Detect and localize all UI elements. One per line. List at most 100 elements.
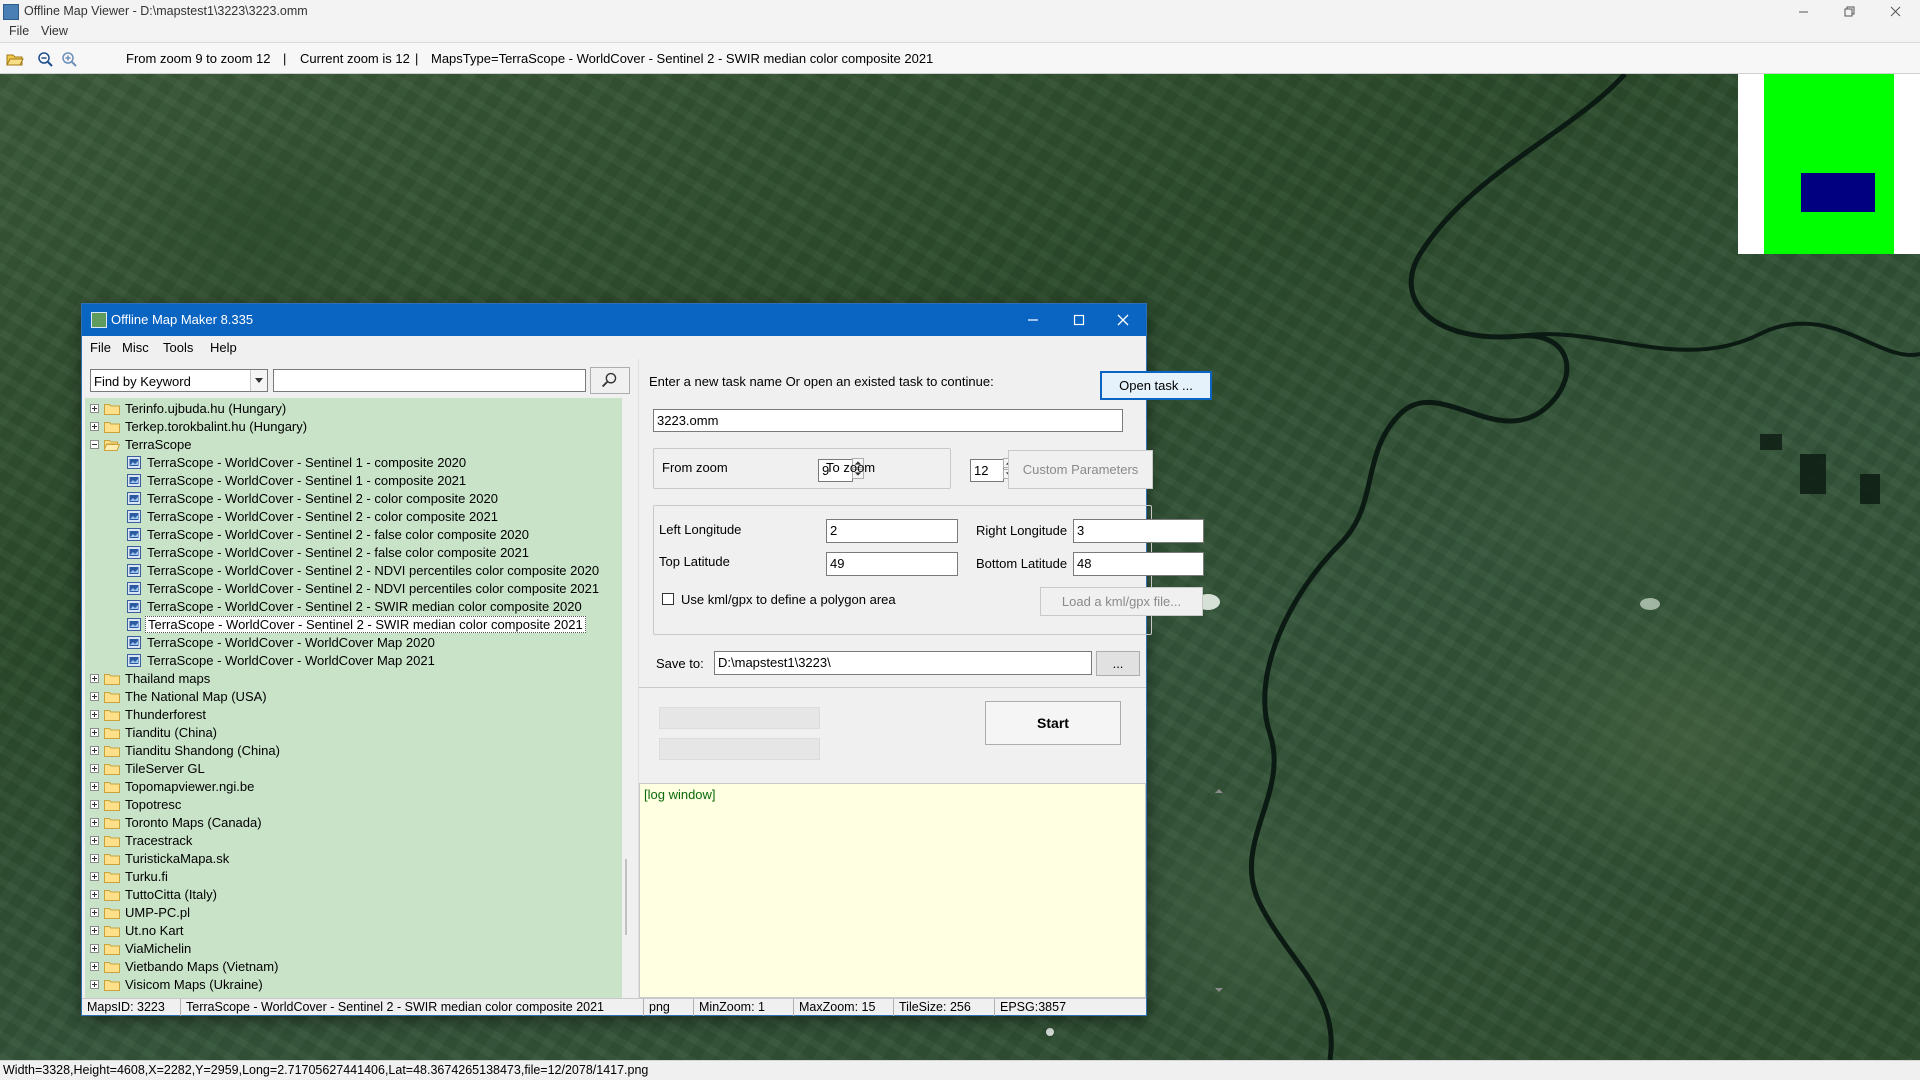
dialog-menu-help[interactable]: Help xyxy=(210,340,237,355)
expand-icon[interactable] xyxy=(90,944,99,953)
dialog-maximize-button[interactable] xyxy=(1056,304,1102,336)
folder-icon xyxy=(104,888,120,901)
bottom-latitude-field[interactable]: 48 xyxy=(1073,552,1204,576)
open-folder-icon[interactable] xyxy=(6,51,24,67)
tree-folder[interactable]: TuristickaMapa.sk xyxy=(85,850,622,868)
chevron-down-icon[interactable] xyxy=(250,370,267,391)
tree-map-layer[interactable]: TerraScope - WorldCover - Sentinel 2 - c… xyxy=(85,508,622,526)
tree-folder[interactable]: ViaMichelin xyxy=(85,940,622,958)
tree-scrollbar-thumb[interactable] xyxy=(625,859,634,935)
tree-map-layer[interactable]: TerraScope - WorldCover - Sentinel 2 - f… xyxy=(85,544,622,562)
tree-folder[interactable]: Topomapviewer.ngi.be xyxy=(85,778,622,796)
map-layer-icon xyxy=(127,654,141,667)
expand-icon[interactable] xyxy=(90,908,99,917)
tree-item-label: Visicom Maps (Ukraine) xyxy=(125,977,263,992)
tree-map-layer[interactable]: TerraScope - WorldCover - Sentinel 2 - S… xyxy=(85,598,622,616)
tree-map-layer[interactable]: TerraScope - WorldCover - Sentinel 2 - N… xyxy=(85,562,622,580)
tree-folder-terrascope[interactable]: TerraScope xyxy=(85,436,622,454)
top-latitude-field[interactable]: 49 xyxy=(826,552,958,576)
load-kml-button[interactable]: Load a kml/gpx file... xyxy=(1040,587,1203,616)
search-mode-select[interactable]: Find by Keyword xyxy=(90,369,268,392)
tree-folder[interactable]: Terinfo.ujbuda.hu (Hungary) xyxy=(85,400,622,418)
tree-folder[interactable]: UMP-PC.pl xyxy=(85,904,622,922)
tree-folder[interactable]: Terkep.torokbalint.hu (Hungary) xyxy=(85,418,622,436)
tree-folder[interactable]: Toronto Maps (Canada) xyxy=(85,814,622,832)
tree-folder[interactable]: Vietbando Maps (Vietnam) xyxy=(85,958,622,976)
dialog-menu-misc[interactable]: Misc xyxy=(122,340,149,355)
tree-map-layer[interactable]: TerraScope - WorldCover - WorldCover Map… xyxy=(85,634,622,652)
tree-folder[interactable]: Thailand maps xyxy=(85,670,622,688)
open-task-button[interactable]: Open task ... xyxy=(1100,371,1212,400)
tree-folder[interactable]: Turku.fi xyxy=(85,868,622,886)
restore-button[interactable] xyxy=(1826,0,1872,23)
zoom-in-icon[interactable] xyxy=(61,51,79,67)
expand-icon[interactable] xyxy=(90,926,99,935)
menu-view[interactable]: View xyxy=(39,24,70,38)
tree-folder[interactable]: TuttoCitta (Italy) xyxy=(85,886,622,904)
menu-file[interactable]: File xyxy=(7,24,31,38)
expand-icon[interactable] xyxy=(90,962,99,971)
expand-icon[interactable] xyxy=(90,800,99,809)
overview-viewport-rect[interactable] xyxy=(1801,173,1875,212)
status-bar: Width=3328,Height=4608,X=2282,Y=2959,Lon… xyxy=(0,1060,1920,1080)
window-titlebar: Offline Map Viewer - D:\mapstest1\3223\3… xyxy=(0,0,1920,23)
tree-folder[interactable]: Thunderforest xyxy=(85,706,622,724)
expand-icon[interactable] xyxy=(90,764,99,773)
tree-item-label: TerraScope - WorldCover - Sentinel 2 - S… xyxy=(145,616,586,633)
kml-checkbox[interactable] xyxy=(662,593,674,605)
tree-map-layer[interactable]: TerraScope - WorldCover - Sentinel 1 - c… xyxy=(85,454,622,472)
expand-icon[interactable] xyxy=(90,710,99,719)
expand-icon[interactable] xyxy=(90,890,99,899)
tree-map-layer[interactable]: TerraScope - WorldCover - Sentinel 1 - c… xyxy=(85,472,622,490)
left-longitude-field[interactable]: 2 xyxy=(826,519,958,543)
zoom-out-icon[interactable] xyxy=(37,51,55,67)
expand-icon[interactable] xyxy=(90,728,99,737)
expand-icon[interactable] xyxy=(90,836,99,845)
minimize-button[interactable] xyxy=(1780,0,1826,23)
dialog-menu-tools[interactable]: Tools xyxy=(163,340,193,355)
tree-folder[interactable]: The National Map (USA) xyxy=(85,688,622,706)
tree-map-layer[interactable]: TerraScope - WorldCover - Sentinel 2 - f… xyxy=(85,526,622,544)
expand-icon[interactable] xyxy=(90,782,99,791)
tree-map-layer[interactable]: TerraScope - WorldCover - Sentinel 2 - c… xyxy=(85,490,622,508)
expand-icon[interactable] xyxy=(90,818,99,827)
tree-map-layer[interactable]: TerraScope - WorldCover - WorldCover Map… xyxy=(85,652,622,670)
to-zoom-field[interactable]: 12 xyxy=(970,459,1004,482)
dialog-minimize-button[interactable] xyxy=(1010,304,1056,336)
close-button[interactable] xyxy=(1872,0,1918,23)
expand-icon[interactable] xyxy=(90,854,99,863)
tree-folder[interactable]: Tianditu (China) xyxy=(85,724,622,742)
tree-folder[interactable]: Tracestrack xyxy=(85,832,622,850)
dialog-close-button[interactable] xyxy=(1100,304,1146,336)
tree-folder[interactable]: Ut.no Kart xyxy=(85,922,622,940)
expand-icon[interactable] xyxy=(90,980,99,989)
expand-icon[interactable] xyxy=(90,872,99,881)
expand-icon[interactable] xyxy=(90,674,99,683)
tree-folder[interactable]: Visicom Maps (Ukraine) xyxy=(85,976,622,994)
browse-button[interactable]: ... xyxy=(1096,651,1140,676)
tree-folder[interactable]: Topotresc xyxy=(85,796,622,814)
tree-folder[interactable]: Tianditu Shandong (China) xyxy=(85,742,622,760)
expand-icon[interactable] xyxy=(90,692,99,701)
right-longitude-field[interactable]: 3 xyxy=(1073,519,1204,543)
overview-minimap[interactable] xyxy=(1738,74,1920,254)
save-path-field[interactable]: D:\mapstest1\3223\ xyxy=(714,651,1092,675)
custom-parameters-button[interactable]: Custom Parameters xyxy=(1008,450,1153,489)
tree-item-label: Thunderforest xyxy=(125,707,206,722)
expand-icon[interactable] xyxy=(90,746,99,755)
dialog-menu-file[interactable]: File xyxy=(90,340,111,355)
tree-folder[interactable]: TileServer GL xyxy=(85,760,622,778)
start-button[interactable]: Start xyxy=(985,701,1121,745)
collapse-icon[interactable] xyxy=(90,440,99,449)
task-name-field[interactable]: 3223.omm xyxy=(653,409,1123,432)
tree-map-layer[interactable]: TerraScope - WorldCover - Sentinel 2 - S… xyxy=(85,616,622,634)
tree-item-label: Turku.fi xyxy=(125,869,168,884)
log-scrollbar[interactable] xyxy=(1211,783,1227,998)
expand-icon[interactable] xyxy=(90,404,99,413)
search-input[interactable] xyxy=(273,369,586,392)
expand-icon[interactable] xyxy=(90,422,99,431)
search-button[interactable] xyxy=(590,367,630,394)
log-window[interactable]: [log window] xyxy=(639,783,1146,998)
map-source-tree[interactable]: Terinfo.ujbuda.hu (Hungary) Terkep.torokb… xyxy=(85,398,622,998)
tree-map-layer[interactable]: TerraScope - WorldCover - Sentinel 2 - N… xyxy=(85,580,622,598)
